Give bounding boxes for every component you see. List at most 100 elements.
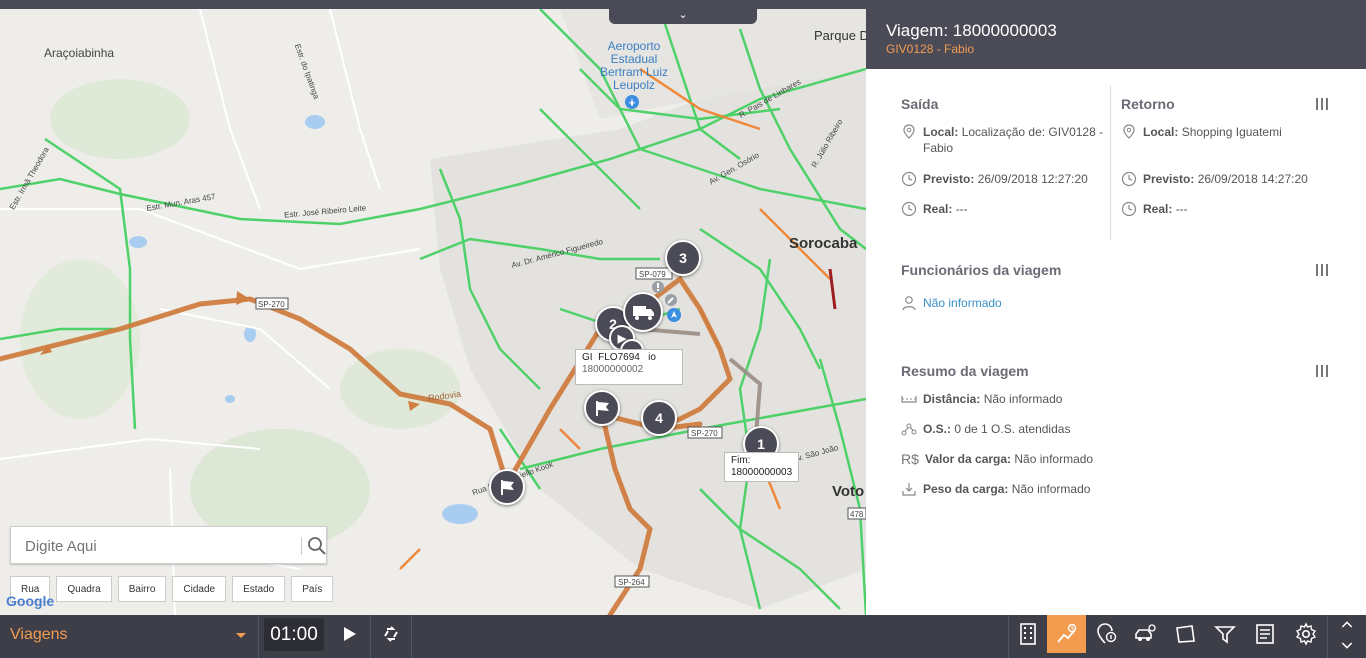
valor-label: Valor da carga: — [925, 452, 1012, 466]
clock-icon — [901, 201, 917, 217]
search-icon[interactable] — [307, 536, 327, 556]
navigation-icon[interactable] — [667, 308, 681, 322]
search-input[interactable] — [23, 535, 295, 557]
road-shield-sp270: SP-270 — [691, 429, 718, 438]
distancia-label: Distância: — [923, 392, 981, 406]
location-info-button[interactable] — [1086, 615, 1125, 653]
report-icon — [1255, 624, 1274, 644]
vehicles-button[interactable] — [1125, 615, 1164, 653]
expand-down-button[interactable] — [1328, 635, 1366, 655]
play-icon — [344, 627, 356, 641]
column-menu-icon[interactable] — [1314, 263, 1330, 277]
vehicle-tooltip: GI FLO7694 io 18000000002 — [575, 349, 683, 385]
routes-button[interactable] — [1205, 615, 1244, 653]
retorno-real: Real: --- — [1121, 201, 1188, 217]
end-tooltip-label: Fim: — [731, 455, 751, 466]
module-selector[interactable]: Viagens — [0, 615, 258, 658]
chevron-up-icon — [1341, 621, 1353, 628]
module-selector-label: Viagens — [10, 626, 68, 643]
chip-quadra[interactable]: Quadra — [56, 576, 112, 602]
chip-cidade[interactable]: Cidade — [172, 576, 227, 602]
resumo-title: Resumo da viagem — [901, 363, 1029, 379]
saida-local-label: Local: — [923, 125, 959, 139]
retorno-local: Local: Shopping Iguatemi — [1121, 124, 1282, 140]
saida-previsto-value: 26/09/2018 12:27:20 — [977, 172, 1088, 186]
building-icon — [1019, 623, 1036, 645]
end-tooltip: Fim: 18000000003 — [724, 452, 800, 482]
distancia-value: Não informado — [983, 392, 1063, 406]
column-divider — [1110, 85, 1111, 240]
polygon-icon — [1175, 625, 1195, 643]
vehicle-tooltip-trip: 18000000002 — [582, 364, 644, 375]
google-logo: Google — [6, 593, 55, 609]
vehicle-marker[interactable] — [623, 292, 663, 332]
os-label: O.S.: — [923, 422, 952, 436]
retorno-real-label: Real: — [1143, 202, 1173, 216]
vehicle-tooltip-plate: FLO7694 — [598, 352, 640, 363]
city-label-sorocaba: Sorocaba — [789, 235, 858, 252]
polygons-button[interactable] — [1165, 615, 1204, 653]
resumo-os: O.S.: 0 de 1 O.S. atendidas — [901, 421, 1070, 437]
retorno-local-label: Local: — [1143, 125, 1179, 139]
bottom-toolbar: Viagens 01:00 — [0, 615, 1366, 658]
currency-icon: R$ — [901, 451, 919, 467]
start-flag-marker[interactable] — [584, 390, 620, 426]
stop-marker-4[interactable]: 4 — [641, 400, 677, 436]
map[interactable]: SP-270 SP-270 SP-079 SP-264 478 Araçoiab… — [0, 9, 866, 615]
chip-bairro[interactable]: Bairro — [117, 576, 167, 602]
flag-icon — [501, 480, 514, 495]
trips-button[interactable] — [1047, 615, 1086, 653]
play-button[interactable] — [330, 615, 368, 653]
refresh-button[interactable] — [372, 615, 410, 653]
vehicle-tooltip-suffix: io — [648, 352, 656, 363]
funcionarios-value[interactable]: Não informado — [923, 295, 1002, 311]
trip-icon — [1056, 623, 1076, 643]
map-search — [10, 526, 327, 564]
reports-button[interactable] — [1245, 615, 1284, 653]
retorno-title: Retorno — [1121, 96, 1175, 112]
buildings-button[interactable] — [1008, 615, 1047, 653]
distance-icon — [901, 396, 917, 403]
toolbar-divider — [258, 615, 259, 658]
peso-value: Não informado — [1011, 482, 1091, 496]
location-pin-icon — [1123, 124, 1135, 139]
funcionarios-title: Funcionários da viagem — [901, 262, 1062, 278]
trip-details-panel: Viagem: 18000000003 GIV0128 - Fabio Saíd… — [866, 9, 1366, 615]
gear-icon — [1295, 622, 1316, 646]
saida-real-label: Real: — [923, 202, 953, 216]
column-menu-icon[interactable] — [1314, 97, 1330, 111]
refresh-icon — [384, 626, 398, 642]
clock-icon — [1121, 201, 1137, 217]
stop-marker-3[interactable]: 3 — [665, 240, 701, 276]
peso-label: Peso da carga: — [923, 482, 1009, 496]
truck-icon — [633, 306, 654, 320]
top-strip — [0, 0, 1366, 9]
download-weight-icon — [902, 483, 916, 496]
panel-header: Viagem: 18000000003 GIV0128 - Fabio — [866, 9, 1366, 69]
settings-button[interactable] — [1286, 615, 1325, 653]
column-menu-icon[interactable] — [1314, 364, 1330, 378]
retorno-real-value: --- — [1175, 202, 1188, 216]
city-label-votorantim: Voto — [832, 483, 865, 500]
valor-value: Não informado — [1014, 452, 1094, 466]
retorno-previsto-label: Previsto: — [1143, 172, 1195, 186]
location-info-icon — [1096, 623, 1116, 644]
end-flag-marker[interactable] — [489, 469, 525, 505]
vehicle-icon — [1134, 624, 1156, 641]
location-pin-icon — [903, 124, 915, 139]
city-label-parque: Parque Do — [814, 28, 866, 43]
toolbar-divider — [411, 615, 412, 658]
info-icon[interactable] — [651, 280, 665, 294]
map-roads — [0, 9, 866, 615]
refresh-timer[interactable]: 01:00 — [264, 618, 324, 651]
chevron-down-icon — [1341, 642, 1353, 649]
collapse-map-tab[interactable]: ⌄ — [609, 9, 757, 24]
retorno-local-value: Shopping Iguatemi — [1181, 125, 1282, 139]
resumo-distancia: Distância: Não informado — [901, 391, 1062, 407]
retorno-previsto: Previsto: 26/09/2018 14:27:20 — [1121, 171, 1308, 187]
resumo-peso: Peso da carga: Não informado — [901, 481, 1090, 497]
chip-pais[interactable]: País — [291, 576, 334, 602]
expand-up-button[interactable] — [1328, 615, 1366, 635]
chip-estado[interactable]: Estado — [232, 576, 286, 602]
wrench-icon[interactable] — [665, 294, 677, 306]
